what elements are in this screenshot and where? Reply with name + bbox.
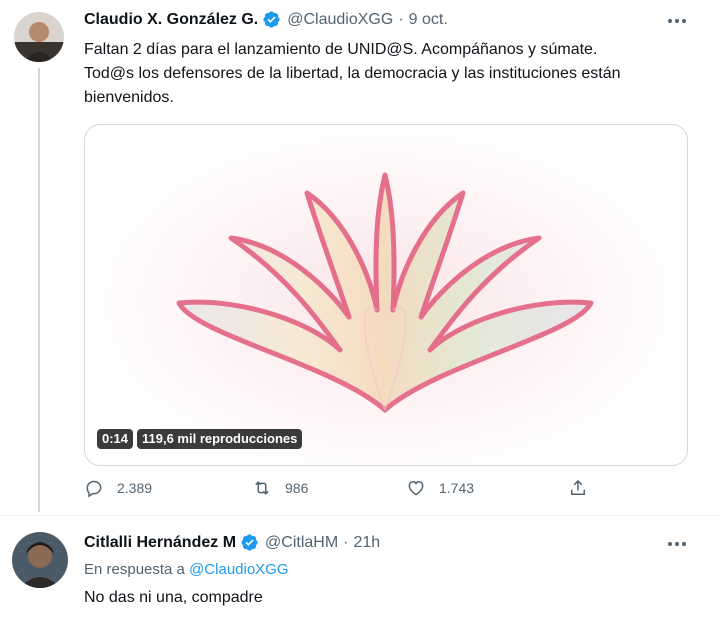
retweet-button[interactable]: 986 <box>252 478 308 498</box>
reply-count: 2.389 <box>117 480 153 496</box>
verified-badge-icon <box>262 10 281 29</box>
reply-button[interactable]: 2.389 <box>84 478 152 498</box>
tweet-text-line: bienvenidos. <box>84 89 174 106</box>
tweet-time[interactable]: 9 oct. <box>409 11 448 29</box>
reply-context: En respuesta a @ClaudioXGG <box>84 561 289 578</box>
share-button[interactable] <box>568 478 601 498</box>
reply-to-handle-link[interactable]: @ClaudioXGG <box>189 561 288 578</box>
tweet-text: No das ni una, compadre <box>84 589 263 606</box>
like-button[interactable]: 1.743 <box>406 478 474 498</box>
retweet-icon <box>255 481 269 495</box>
author-handle[interactable]: @ClaudioXGG <box>287 11 393 29</box>
tweet-claudio[interactable]: Claudio X. González G. @ClaudioXGG · 9 o… <box>0 0 720 515</box>
retweet-count: 986 <box>285 480 309 496</box>
tweet-text-line: Tod@s los defensores de la libertad, la … <box>84 65 621 82</box>
unidos-lotus-logo <box>176 172 594 413</box>
like-count: 1.743 <box>439 480 475 496</box>
tweet-text-line: Faltan 2 días para el lanzamiento de UNI… <box>84 41 598 58</box>
avatar-claudio[interactable] <box>14 12 64 62</box>
reply-icon <box>86 480 102 498</box>
more-icon[interactable] <box>664 12 690 30</box>
reply-prefix: En respuesta a <box>84 561 185 578</box>
author-name[interactable]: Citlalli Hernández M <box>84 534 236 552</box>
tweet-actions: 2.389 986 1.743 <box>84 478 604 504</box>
separator-dot: · <box>398 10 404 28</box>
tweet-time[interactable]: 21h <box>354 534 381 552</box>
tweet-header: Citlalli Hernández M @CitlaHM · 21h <box>84 533 380 552</box>
separator-dot: · <box>343 533 349 551</box>
share-icon <box>571 479 585 495</box>
verified-badge-icon <box>240 533 259 552</box>
tweet-header: Claudio X. González G. @ClaudioXGG · 9 o… <box>84 10 448 29</box>
author-name[interactable]: Claudio X. González G. <box>84 11 258 29</box>
author-handle[interactable]: @CitlaHM <box>265 534 338 552</box>
avatar-citlalli[interactable] <box>12 532 68 588</box>
more-icon[interactable] <box>664 535 690 553</box>
like-icon <box>408 480 424 496</box>
video-duration-badge: 0:14 <box>97 429 134 449</box>
video-player[interactable]: 0:14 119,6 mil reproducciones <box>84 124 688 466</box>
thread-line <box>38 68 40 512</box>
tweet-text: Faltan 2 días para el lanzamiento de UNI… <box>84 38 621 110</box>
video-views-badge: 119,6 mil reproducciones <box>137 429 303 449</box>
